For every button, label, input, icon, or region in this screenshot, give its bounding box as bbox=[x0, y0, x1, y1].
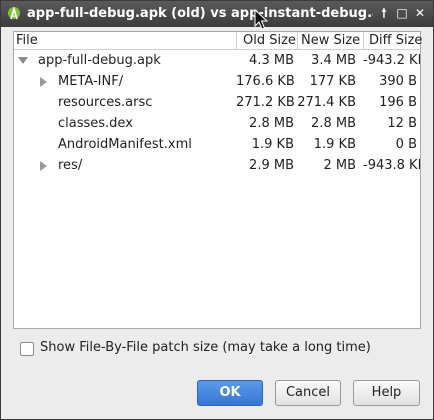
table-header: File Old Size New Size Diff Size bbox=[14, 32, 422, 50]
diff-size: 12 B bbox=[387, 116, 417, 131]
file-name: app-full-debug.apk bbox=[38, 53, 161, 68]
new-size: 3.4 MB bbox=[311, 53, 356, 68]
diff-size: 0 B bbox=[395, 137, 417, 152]
title-bar[interactable]: app-full-debug.apk (old) vs app-instant-… bbox=[1, 1, 433, 27]
file-name: resources.arsc bbox=[58, 95, 153, 110]
close-icon[interactable]: ✕ bbox=[412, 5, 428, 22]
patch-size-label[interactable]: Show File-By-File patch size (may take a… bbox=[40, 340, 371, 355]
file-name: AndroidManifest.xml bbox=[58, 137, 192, 152]
collapsed-triangle-icon[interactable] bbox=[39, 155, 51, 176]
old-size: 4.3 MB bbox=[249, 53, 294, 68]
new-size: 1.9 KB bbox=[313, 137, 356, 152]
old-size: 176.6 KB bbox=[236, 74, 295, 89]
new-size: 271.4 KB bbox=[297, 95, 356, 110]
diff-size: 390 B bbox=[379, 74, 417, 89]
diff-size: -943.2 KE bbox=[363, 53, 420, 68]
window-title: app-full-debug.apk (old) vs app-instant-… bbox=[27, 6, 373, 21]
table-row[interactable]: app-full-debug.apk 4.3 MB 3.4 MB -943.2 … bbox=[14, 50, 420, 71]
maximize-icon[interactable]: □ bbox=[394, 5, 410, 22]
pin-icon[interactable]: 🠕 bbox=[376, 5, 392, 22]
android-studio-icon bbox=[6, 6, 22, 22]
expand-triangle-icon[interactable] bbox=[18, 50, 30, 71]
file-name: META-INF/ bbox=[58, 74, 124, 89]
table-row[interactable]: res/ 2.9 MB 2 MB -943.8 KE bbox=[14, 155, 420, 176]
file-name: classes.dex bbox=[58, 116, 133, 131]
old-size: 2.9 MB bbox=[249, 158, 294, 173]
apk-compare-dialog: app-full-debug.apk (old) vs app-instant-… bbox=[0, 0, 434, 420]
column-header-new-size[interactable]: New Size bbox=[301, 32, 360, 50]
file-name: res/ bbox=[58, 158, 83, 173]
table-row[interactable]: META-INF/ 176.6 KB 177 KB 390 B bbox=[14, 71, 420, 92]
cancel-button[interactable]: Cancel bbox=[275, 380, 341, 406]
ok-button[interactable]: OK bbox=[197, 380, 263, 406]
old-size: 1.9 KB bbox=[251, 137, 294, 152]
collapsed-triangle-icon[interactable] bbox=[39, 71, 51, 92]
table-row[interactable]: AndroidManifest.xml 1.9 KB 1.9 KB 0 B bbox=[14, 134, 420, 155]
patch-size-checkbox[interactable] bbox=[20, 342, 34, 356]
help-button[interactable]: Help bbox=[353, 380, 420, 406]
new-size: 177 KB bbox=[309, 74, 356, 89]
column-divider[interactable] bbox=[236, 32, 237, 50]
old-size: 2.8 MB bbox=[249, 116, 294, 131]
column-header-diff-size[interactable]: Diff Size bbox=[369, 32, 422, 50]
file-diff-table[interactable]: File Old Size New Size Diff Size app-ful… bbox=[13, 31, 422, 329]
mouse-cursor-icon bbox=[254, 8, 269, 31]
diff-size: 196 B bbox=[379, 95, 417, 110]
column-divider[interactable] bbox=[297, 32, 298, 50]
table-row[interactable]: classes.dex 2.8 MB 2.8 MB 12 B bbox=[14, 113, 420, 134]
table-row[interactable]: resources.arsc 271.2 KB 271.4 KB 196 B bbox=[14, 92, 420, 113]
new-size: 2.8 MB bbox=[311, 116, 356, 131]
new-size: 2 MB bbox=[323, 158, 356, 173]
column-header-file[interactable]: File bbox=[16, 32, 38, 50]
column-divider[interactable] bbox=[363, 32, 364, 50]
old-size: 271.2 KB bbox=[236, 95, 295, 110]
diff-size: -943.8 KE bbox=[363, 158, 420, 173]
column-header-old-size[interactable]: Old Size bbox=[243, 32, 296, 50]
